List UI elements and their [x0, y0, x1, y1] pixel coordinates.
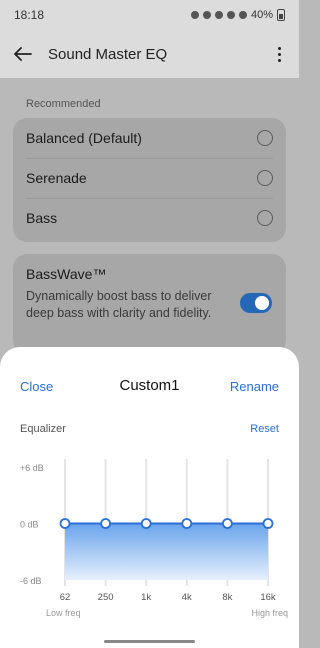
bluetooth-icon	[202, 11, 211, 19]
x-tick-label: 250	[98, 592, 114, 603]
high-freq-caption: High freq	[251, 608, 288, 618]
mute-icon	[214, 11, 223, 19]
wifi-icon	[226, 11, 235, 19]
equalizer-chart[interactable]: +6 dB 0 dB -6 dB 62 250 1k 4k 8k 16k Low freq High…	[0, 347, 299, 648]
signal-icon	[238, 11, 247, 19]
x-tick-label: 1k	[141, 592, 151, 603]
x-tick-label: 16k	[260, 592, 276, 603]
app-bar: Sound Master EQ	[0, 30, 299, 78]
preset-label: Serenade	[26, 170, 87, 186]
radio-button[interactable]	[257, 130, 273, 146]
band-handle-8k[interactable]	[221, 518, 233, 529]
band-handle-1k[interactable]	[140, 518, 152, 529]
battery-icon	[277, 9, 285, 21]
recommended-label: Recommended	[26, 98, 101, 110]
radio-button[interactable]	[257, 170, 273, 186]
y-tick-label: -6 dB	[20, 576, 42, 586]
preset-balanced[interactable]: Balanced (Default)	[13, 118, 286, 158]
more-vertical-icon[interactable]	[269, 41, 289, 67]
basswave-title: BassWave™	[26, 266, 107, 282]
band-handle-16k[interactable]	[262, 518, 274, 529]
basswave-description: Dynamically boost bass to deliver deep b…	[26, 289, 212, 320]
recommended-list: Balanced (Default) Serenade Bass	[13, 118, 286, 242]
alarm-icon	[190, 11, 199, 19]
preset-serenade[interactable]: Serenade	[13, 158, 286, 198]
low-freq-caption: Low freq	[46, 608, 81, 618]
band-handle-4k[interactable]	[181, 518, 193, 529]
home-indicator	[104, 640, 195, 643]
preset-bass[interactable]: Bass	[13, 198, 286, 238]
battery-percent: 40%	[250, 9, 273, 21]
x-tick-label: 62	[60, 592, 71, 603]
page-title: Sound Master EQ	[48, 45, 168, 63]
y-tick-label: 0 dB	[20, 520, 39, 530]
preset-label: Balanced (Default)	[26, 130, 142, 146]
basswave-toggle[interactable]	[240, 293, 272, 313]
x-tick-label: 4k	[182, 592, 192, 603]
eq-bottom-sheet: Close Custom1 Rename Equalizer Reset +6 …	[0, 347, 299, 648]
band-handle-250[interactable]	[100, 518, 111, 529]
basswave-card: BassWave™ Dynamically boost bass to deli…	[13, 254, 286, 354]
radio-button[interactable]	[257, 210, 273, 226]
status-icons: 40%	[190, 9, 285, 21]
toggle-knob	[255, 296, 269, 310]
preset-label: Bass	[26, 210, 58, 226]
eq-fill-area	[65, 523, 268, 580]
arrow-left-icon[interactable]	[10, 41, 36, 67]
status-bar: 18:18 40%	[0, 0, 299, 30]
y-tick-label: +6 dB	[20, 463, 44, 473]
x-tick-label: 8k	[222, 592, 232, 603]
band-handle-62[interactable]	[59, 518, 71, 529]
status-time: 18:18	[14, 8, 45, 22]
